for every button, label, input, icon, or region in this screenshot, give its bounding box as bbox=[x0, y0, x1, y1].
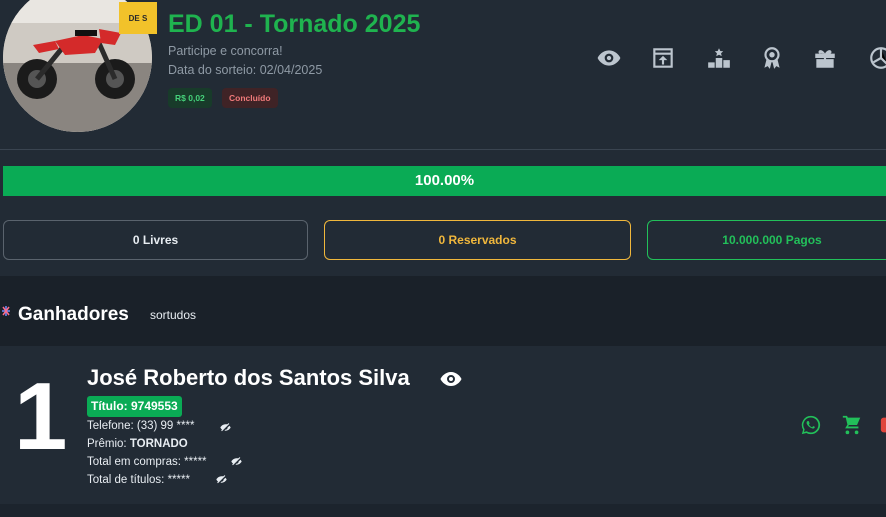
whatsapp-icon[interactable] bbox=[800, 414, 822, 436]
winner-ticket-badge: Título: 9749553 bbox=[87, 396, 182, 417]
winner-rank: 1 bbox=[14, 363, 68, 470]
phone-label: Telefone: bbox=[87, 420, 134, 432]
eye-off-icon[interactable] bbox=[230, 455, 243, 468]
draw-date: Data do sorteio: 02/04/2025 bbox=[168, 63, 323, 77]
winners-header bbox=[0, 276, 886, 346]
raffle-title: ED 01 - Tornado 2025 bbox=[168, 10, 421, 38]
reserved-numbers-button[interactable]: 0 Reservados bbox=[324, 220, 631, 260]
award-icon[interactable] bbox=[759, 45, 785, 71]
raffle-ribbon: DE S bbox=[119, 2, 157, 34]
delete-icon[interactable] bbox=[879, 414, 886, 436]
header-divider bbox=[0, 149, 886, 150]
titles-value: ***** bbox=[167, 474, 190, 486]
spinner-icon[interactable] bbox=[868, 45, 886, 71]
winner-purchases: Total em compras: ***** bbox=[87, 456, 207, 468]
winners-subtitle: sortudos bbox=[150, 308, 197, 322]
phone-value: (33) 99 **** bbox=[136, 420, 195, 432]
status-badge: Concluído bbox=[222, 88, 278, 108]
winner-name: José Roberto dos Santos Silva bbox=[87, 365, 410, 390]
paid-numbers-button[interactable]: 10.000.000 Pagos bbox=[647, 220, 886, 260]
eye-icon[interactable] bbox=[596, 45, 622, 71]
price-badge: R$ 0,02 bbox=[168, 88, 212, 108]
winner-prize: Prêmio: TORNADO bbox=[87, 438, 188, 450]
gift-icon[interactable] bbox=[812, 45, 838, 71]
view-winner-icon[interactable] bbox=[439, 367, 463, 391]
progress-label: 100.00% bbox=[414, 172, 475, 189]
podium-icon[interactable] bbox=[706, 45, 732, 71]
purchases-label: Total em compras: bbox=[87, 456, 181, 468]
eye-off-icon[interactable] bbox=[219, 421, 232, 434]
prize-value: TORNADO bbox=[129, 438, 188, 450]
raffle-subtitle: Participe e concorra! bbox=[168, 44, 283, 58]
winner-titles: Total de títulos: ***** bbox=[87, 474, 190, 486]
prize-label: Prêmio: bbox=[87, 438, 127, 450]
confetti-icon bbox=[0, 303, 12, 319]
winners-title: Ganhadores bbox=[18, 304, 129, 325]
cart-icon[interactable] bbox=[841, 414, 863, 436]
page-bottom bbox=[0, 504, 886, 517]
titles-label: Total de títulos: bbox=[87, 474, 165, 486]
purchases-value: ***** bbox=[184, 456, 207, 468]
share-icon[interactable] bbox=[650, 45, 676, 71]
eye-off-icon[interactable] bbox=[215, 473, 228, 486]
free-numbers-button[interactable]: 0 Livres bbox=[3, 220, 308, 260]
winner-phone: Telefone: (33) 99 **** bbox=[87, 420, 194, 432]
sales-progress-bar: 100.00% bbox=[3, 166, 886, 196]
